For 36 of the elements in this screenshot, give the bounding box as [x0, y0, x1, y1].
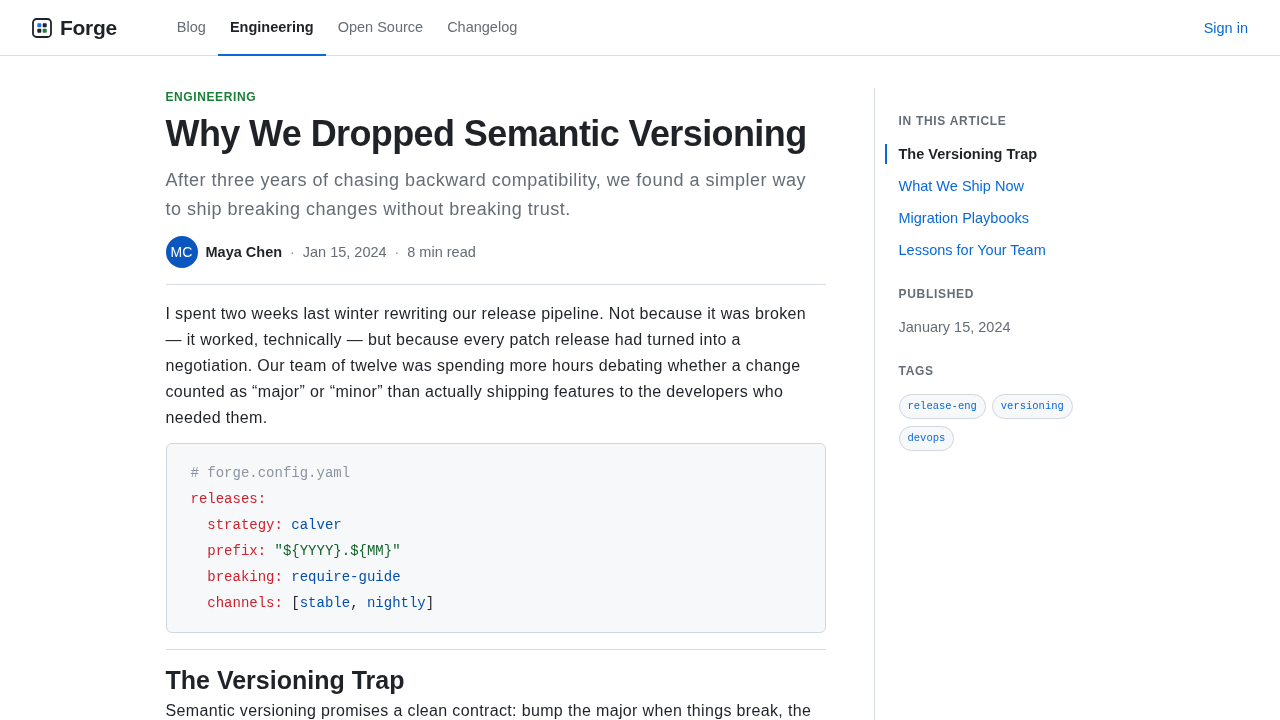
category-label: ENGINEERING [165, 89, 258, 106]
article-title: Why We Dropped Semantic Versioning [165, 112, 808, 156]
code-line: prefix: "${YYYY}.${MM}" [207, 542, 402, 561]
toc-link[interactable]: The Versioning Trap [884, 144, 1038, 164]
nav-tab[interactable]: Blog [164, 0, 218, 56]
nav-tab[interactable]: Engineering [217, 0, 326, 56]
meta-separator: · [394, 244, 400, 260]
code-line: releases: [190, 490, 268, 509]
article-paragraph: I spent two weeks last winter rewriting our release pipeline. Not because it was broken — it worked, technically — but because every patch release had turned into a negotiation. Our team of twelve was spending more hours debating whether a change counted as “major” or “minor” than actually shipping features to the developers who needed them. [165, 304, 808, 428]
tag-chip[interactable]: devops [898, 426, 955, 451]
tag-chip[interactable]: versioning [991, 394, 1073, 419]
section-heading: The Versioning Trap [165, 649, 826, 696]
published-date: January 15, 2024 [898, 318, 1012, 337]
meta-text: Jan 15, 2024 [302, 244, 387, 260]
toc-link[interactable]: What We Ship Now [884, 176, 1024, 196]
nav-tab[interactable]: Changelog [435, 0, 530, 56]
meta-text: 8 min read [407, 244, 476, 260]
sidebar-heading: PUBLISHED [898, 286, 976, 303]
meta-separator: · [290, 244, 295, 260]
code-line: channels: [stable, nightly] [207, 594, 436, 613]
logo-icon [32, 17, 52, 38]
nav-tab[interactable]: Open Source [325, 0, 436, 56]
author-name: Maya Chen [205, 244, 283, 260]
toc-link[interactable]: Migration Playbooks [884, 208, 1030, 228]
logo-link[interactable]: Forge [32, 15, 117, 40]
tag-chip[interactable]: release-eng [898, 394, 986, 419]
sign-in-link[interactable]: Sign in [1203, 19, 1248, 36]
sidebar-heading: IN THIS ARTICLE [898, 113, 1008, 130]
article-subtitle: After three years of chasing backward compatibility, we found a simpler way to ship breaking changes without breaking trust. [165, 169, 807, 221]
author-avatar: MC [165, 236, 198, 268]
code-line: breaking: require-guide [207, 568, 402, 587]
code-line: strategy: calver [207, 516, 343, 535]
sidebar-heading: TAGS [898, 363, 935, 380]
toc-link[interactable]: Lessons for Your Team [884, 240, 1046, 260]
article-paragraph: Semantic versioning promises a clean contract: bump the major when things break, the [165, 701, 813, 720]
code-line: # forge.config.yaml [190, 464, 352, 483]
